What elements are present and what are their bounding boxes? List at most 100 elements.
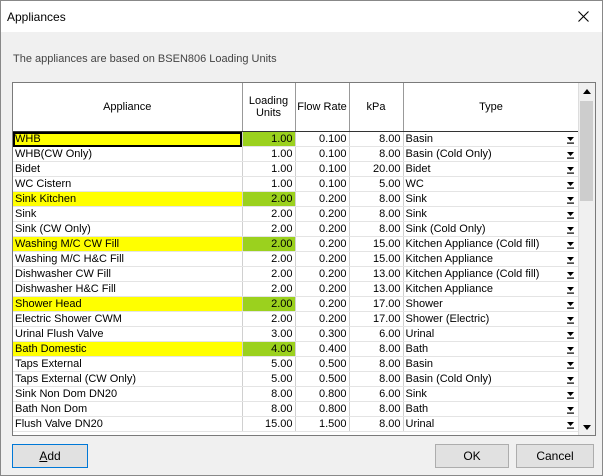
type-dropdown-button[interactable]	[563, 223, 578, 235]
appliance-cell[interactable]: Bidet	[13, 161, 243, 177]
type-dropdown-button[interactable]	[563, 418, 578, 430]
loading-units-cell[interactable]: 2.00	[242, 221, 296, 237]
loading-units-cell[interactable]: 5.00	[242, 371, 296, 387]
table-row[interactable]: Sink 2.00 0.200 8.00 Sink	[13, 206, 580, 222]
type-cell[interactable]: Shower	[403, 296, 580, 312]
flow-rate-cell[interactable]: 0.200	[295, 281, 350, 297]
kpa-cell[interactable]: 6.00	[349, 386, 404, 402]
loading-units-cell[interactable]: 1.00	[242, 131, 296, 147]
table-row[interactable]: Electric Shower CWM 2.00 0.200 17.00 Shower …	[13, 311, 580, 327]
loading-units-cell[interactable]: 2.00	[242, 191, 296, 207]
loading-units-cell[interactable]: 2.00	[242, 311, 296, 327]
kpa-cell[interactable]: 8.00	[349, 191, 404, 207]
loading-units-cell[interactable]: 3.00	[242, 326, 296, 342]
type-cell[interactable]: Kitchen Appliance (Cold fill)	[403, 266, 580, 282]
table-row[interactable]: Dishwasher CW Fill 2.00 0.200 13.00 Kitchen …	[13, 266, 580, 282]
table-row[interactable]: WHB(CW Only) 1.00 0.100 8.00 Basin (Cold Onl…	[13, 146, 580, 162]
type-dropdown-button[interactable]	[563, 358, 578, 370]
type-cell[interactable]: Kitchen Appliance	[403, 281, 580, 297]
appliance-cell[interactable]: Bath Domestic	[13, 341, 243, 357]
kpa-cell[interactable]: 17.00	[349, 296, 404, 312]
table-row[interactable]: Bath Non Dom 8.00 0.800 8.00 Bath	[13, 401, 580, 417]
kpa-cell[interactable]: 8.00	[349, 146, 404, 162]
appliance-cell[interactable]: Bath Non Dom	[13, 401, 243, 417]
loading-units-cell[interactable]: 1.00	[242, 146, 296, 162]
type-cell[interactable]: WC	[403, 176, 580, 192]
appliance-cell[interactable]: Washing M/C CW Fill	[13, 236, 243, 252]
type-cell[interactable]: Urinal	[403, 416, 580, 432]
type-cell[interactable]: Basin	[403, 131, 580, 147]
type-cell[interactable]: Basin (Cold Only)	[403, 371, 580, 387]
loading-units-cell[interactable]: 8.00	[242, 386, 296, 402]
appliance-cell[interactable]: WHB(CW Only)	[13, 146, 243, 162]
loading-units-cell[interactable]: 2.00	[242, 206, 296, 222]
type-dropdown-button[interactable]	[563, 193, 578, 205]
kpa-cell[interactable]: 15.00	[349, 251, 404, 267]
appliance-cell[interactable]: Dishwasher CW Fill	[13, 266, 243, 282]
loading-units-cell[interactable]: 8.00	[242, 401, 296, 417]
kpa-cell[interactable]: 20.00	[349, 161, 404, 177]
type-cell[interactable]: Basin	[403, 356, 580, 372]
appliance-cell[interactable]: Taps External (CW Only)	[13, 371, 243, 387]
kpa-cell[interactable]: 8.00	[349, 401, 404, 417]
column-header-type[interactable]: Type	[403, 83, 580, 132]
cancel-button[interactable]: Cancel	[516, 444, 594, 468]
type-dropdown-button[interactable]	[563, 343, 578, 355]
type-cell[interactable]: Sink	[403, 191, 580, 207]
kpa-cell[interactable]: 13.00	[349, 281, 404, 297]
type-cell[interactable]: Bidet	[403, 161, 580, 177]
type-dropdown-button[interactable]	[563, 148, 578, 160]
appliance-cell[interactable]: Taps External	[13, 356, 243, 372]
table-row[interactable]: Sink Kitchen 2.00 0.200 8.00 Sink	[13, 191, 580, 207]
column-header-kpa[interactable]: kPa	[349, 83, 404, 132]
flow-rate-cell[interactable]: 0.200	[295, 296, 350, 312]
type-dropdown-button[interactable]	[563, 238, 578, 250]
flow-rate-cell[interactable]: 0.500	[295, 371, 350, 387]
loading-units-cell[interactable]: 1.00	[242, 161, 296, 177]
column-header-flow-rate[interactable]: Flow Rate	[295, 83, 350, 132]
table-row[interactable]: Bath Domestic 4.00 0.400 8.00 Bath	[13, 341, 580, 357]
table-row[interactable]: Taps External 5.00 0.500 8.00 Basin	[13, 356, 580, 372]
appliances-grid[interactable]: Appliance Loading Units Flow Rate kPa Ty…	[12, 82, 596, 436]
kpa-cell[interactable]: 8.00	[349, 206, 404, 222]
kpa-cell[interactable]: 6.00	[349, 326, 404, 342]
kpa-cell[interactable]: 8.00	[349, 221, 404, 237]
type-dropdown-button[interactable]	[563, 328, 578, 340]
table-row[interactable]: WHB 1.00 0.100 8.00 Basin	[13, 131, 580, 147]
flow-rate-cell[interactable]: 0.800	[295, 401, 350, 417]
flow-rate-cell[interactable]: 0.200	[295, 221, 350, 237]
flow-rate-cell[interactable]: 0.800	[295, 386, 350, 402]
flow-rate-cell[interactable]: 0.200	[295, 236, 350, 252]
appliance-cell[interactable]: Sink Kitchen	[13, 191, 243, 207]
type-dropdown-button[interactable]	[563, 403, 578, 415]
flow-rate-cell[interactable]: 0.100	[295, 146, 350, 162]
appliance-cell[interactable]: Electric Shower CWM	[13, 311, 243, 327]
type-dropdown-button[interactable]	[563, 373, 578, 385]
appliance-cell[interactable]: Urinal Flush Valve	[13, 326, 243, 342]
loading-units-cell[interactable]: 2.00	[242, 296, 296, 312]
loading-units-cell[interactable]: 2.00	[242, 236, 296, 252]
type-cell[interactable]: Shower (Electric)	[403, 311, 580, 327]
flow-rate-cell[interactable]: 0.300	[295, 326, 350, 342]
appliance-cell[interactable]: Flush Valve DN20	[13, 416, 243, 432]
appliance-cell[interactable]: Washing M/C H&C Fill	[13, 251, 243, 267]
column-header-loading-units[interactable]: Loading Units	[242, 83, 296, 132]
type-cell[interactable]: Bath	[403, 401, 580, 417]
column-header-appliance[interactable]: Appliance	[13, 83, 243, 132]
kpa-cell[interactable]: 13.00	[349, 266, 404, 282]
kpa-cell[interactable]: 17.00	[349, 311, 404, 327]
kpa-cell[interactable]: 8.00	[349, 416, 404, 432]
appliance-cell[interactable]: Sink	[13, 206, 243, 222]
table-row[interactable]: WC Cistern 1.00 0.100 5.00 WC	[13, 176, 580, 192]
type-cell[interactable]: Sink	[403, 386, 580, 402]
type-dropdown-button[interactable]	[563, 163, 578, 175]
vertical-scrollbar[interactable]	[578, 83, 595, 435]
loading-units-cell[interactable]: 2.00	[242, 266, 296, 282]
flow-rate-cell[interactable]: 0.200	[295, 251, 350, 267]
flow-rate-cell[interactable]: 0.200	[295, 311, 350, 327]
flow-rate-cell[interactable]: 0.400	[295, 341, 350, 357]
kpa-cell[interactable]: 15.00	[349, 236, 404, 252]
type-dropdown-button[interactable]	[563, 388, 578, 400]
table-row[interactable]: Washing M/C H&C Fill 2.00 0.200 15.00 Kitche…	[13, 251, 580, 267]
type-dropdown-button[interactable]	[563, 178, 578, 190]
